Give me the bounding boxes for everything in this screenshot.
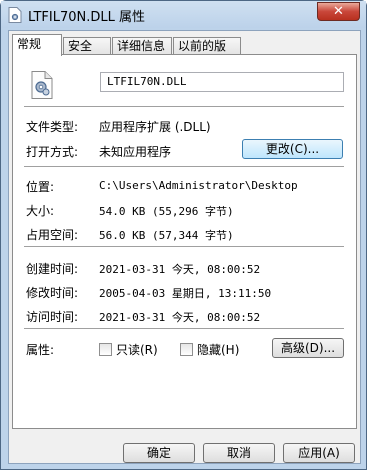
file-type-label: 文件类型: [26,120,79,134]
divider [24,106,344,108]
modified-value: 2005-04-03 星期日, 13:11:50 [99,287,272,300]
title-bar[interactable]: LTFIL70N.DLL 属性 ✕ [1,1,366,28]
advanced-button[interactable]: 高级(D)... [272,338,344,358]
location-value: C:\Users\Administrator\Desktop [99,179,298,192]
hidden-label[interactable]: 隐藏(H) [197,341,239,358]
divider [24,246,344,248]
close-icon: ✕ [333,4,344,19]
tab-previous-versions[interactable]: 以前的版本 [173,37,241,69]
accessed-value: 2021-03-31 今天, 08:00:52 [99,311,261,324]
size-label: 大小: [26,204,55,218]
cancel-button[interactable]: 取消 [203,443,275,463]
location-label: 位置: [26,180,55,194]
window-title: LTFIL70N.DLL 属性 [28,10,145,25]
size-value: 54.0 KB (55,296 字节) [99,205,234,218]
open-with-label: 打开方式: [26,145,79,159]
created-label: 创建时间: [26,262,79,276]
ok-button[interactable]: 确定 [123,443,195,463]
file-name-field[interactable]: LTFIL70N.DLL [100,72,344,92]
size-on-disk-label: 占用空间: [26,228,79,242]
file-type-value: 应用程序扩展 (.DLL) [99,120,211,134]
apply-button[interactable]: 应用(A) [283,443,355,463]
tab-details[interactable]: 详细信息 [112,37,172,55]
modified-label: 修改时间: [26,286,79,300]
divider [24,166,344,168]
attributes-label: 属性: [26,343,55,357]
tab-general[interactable]: 常规 [12,34,62,56]
accessed-label: 访问时间: [26,310,79,324]
change-button[interactable]: 更改(C)... [242,139,343,159]
open-with-value: 未知应用程序 [99,145,172,159]
readonly-checkbox[interactable] [99,343,112,356]
readonly-label[interactable]: 只读(R) [116,341,158,358]
hidden-checkbox[interactable] [180,343,193,356]
created-value: 2021-03-31 今天, 08:00:52 [99,263,261,276]
size-on-disk-value: 56.0 KB (57,344 字节) [99,229,234,242]
tab-security[interactable]: 安全 [63,37,111,55]
dll-gear-file-icon [31,71,53,99]
general-panel: LTFIL70N.DLL 文件类型: 应用程序扩展 (.DLL) 打开方式: 未… [12,54,357,429]
divider [24,328,344,330]
dll-file-icon [8,7,22,23]
properties-window: LTFIL70N.DLL 属性 ✕ 常规 安全 详细信息 以前的版本 LTFIL… [0,0,367,470]
close-button[interactable]: ✕ [317,2,360,21]
dialog-client: 常规 安全 详细信息 以前的版本 LTFIL70N.DLL 文件类型: 应用程序… [8,30,361,464]
